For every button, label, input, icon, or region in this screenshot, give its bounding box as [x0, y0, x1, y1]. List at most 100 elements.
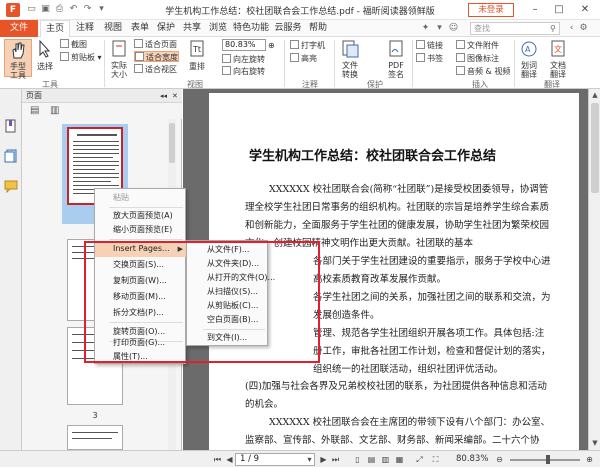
zoom-input[interactable]: 80.83% — [222, 39, 266, 51]
submenu-item-blank-page[interactable]: 空白页面(B)... — [187, 312, 269, 328]
continuous-facing-view-icon[interactable]: ▦ — [394, 454, 405, 465]
undo-icon[interactable]: ↶ — [68, 4, 79, 15]
bookmark-panel-icon[interactable] — [4, 119, 18, 133]
audio-video-button[interactable]: 音频 & 视频 — [456, 66, 510, 77]
redo-icon[interactable]: ↷ — [82, 4, 93, 15]
scroll-down-icon[interactable]: ▼ — [591, 439, 599, 447]
app-logo-icon[interactable]: F — [6, 3, 20, 17]
bulb-icon[interactable]: ✦ — [420, 23, 431, 34]
file-convert-icon — [342, 40, 359, 58]
print-icon[interactable]: ⎙ — [54, 4, 65, 15]
tab-help[interactable]: 帮助 — [305, 20, 331, 37]
single-page-view-icon[interactable]: ▯ — [352, 454, 363, 465]
menu-item-zoom-out-preview[interactable]: 缩小页面预览(E) — [95, 222, 187, 238]
doc-paragraph-1: XXXXXX 校社团联合会(简称“社团联”)是接受校团委领导，协调管理全校学生社… — [245, 184, 550, 249]
page-number-input[interactable]: 1 / 9 — [235, 453, 315, 466]
prev-page-icon[interactable]: ◀ — [224, 454, 235, 465]
select-button[interactable]: 选择 — [34, 39, 56, 77]
page-thumbnail-4[interactable] — [67, 425, 123, 450]
rotate-left-button[interactable]: 向左旋转 — [222, 54, 265, 65]
tab-view[interactable]: 视图 — [100, 20, 126, 37]
scroll-up-icon[interactable]: ▲ — [591, 91, 599, 99]
fit-width-button[interactable]: 适合宽度 — [134, 51, 179, 62]
document-scrollbar[interactable]: ▲ ▼ — [588, 89, 600, 450]
doc-translate-button[interactable]: 文 文档 翻译 — [546, 39, 570, 79]
panel-close-icon[interactable]: ✕ — [172, 89, 178, 103]
tab-file[interactable]: 文件 — [0, 20, 38, 37]
comments-panel-icon[interactable] — [4, 179, 18, 193]
page-number-3: 3 — [92, 411, 98, 420]
file-attach-button[interactable]: 文件附件 — [456, 40, 499, 51]
thumb-line — [73, 177, 119, 178]
screenshot-label: 截图 — [71, 40, 87, 49]
tab-features[interactable]: 特色功能 — [231, 20, 271, 37]
customize-icon[interactable]: ▾ — [96, 4, 107, 15]
zoom-slider-knob[interactable] — [546, 455, 550, 464]
menu-item-paste[interactable]: 粘贴 — [95, 190, 187, 206]
typewriter-button[interactable]: 打字机 — [290, 40, 325, 51]
panel-collapse-icon[interactable]: ◂◂ — [160, 89, 167, 103]
reflow-button[interactable]: Tt 重排 — [186, 39, 208, 77]
next-page-icon[interactable]: ▶ — [318, 454, 329, 465]
file-convert-button[interactable]: 文件 转换 — [338, 39, 362, 79]
zoom-in-icon[interactable]: ⊕ — [268, 40, 275, 51]
highlight-button[interactable]: 高亮 — [290, 53, 317, 64]
document-scroll-thumb[interactable] — [591, 103, 599, 193]
thumb-delete-icon[interactable]: ▥ — [50, 105, 59, 116]
zoom-in-status-icon[interactable]: ⊕ — [584, 454, 595, 465]
facing-view-icon[interactable]: ▥ — [380, 454, 391, 465]
zoom-slider[interactable] — [510, 459, 580, 461]
fit-area-icon — [134, 64, 143, 73]
dropdown-icon[interactable]: ▾ — [434, 23, 445, 34]
tab-cloud[interactable]: 云服务 — [271, 20, 305, 37]
menu-item-insert-pages[interactable]: Insert Pages... ▶ — [95, 241, 187, 257]
save-icon[interactable]: ▣ — [40, 4, 51, 15]
last-page-icon[interactable]: ⏭ — [330, 454, 341, 465]
tab-browse[interactable]: 浏览 — [205, 20, 231, 37]
submenu-item-to-file[interactable]: 到文件(I)... — [187, 330, 269, 346]
first-page-icon[interactable]: ⏮ — [212, 454, 223, 465]
minimize-icon[interactable]: – — [528, 3, 542, 17]
rotate-right-button[interactable]: 向右旋转 — [222, 66, 265, 77]
menu-item-copy-pages[interactable]: 复制页面(W)... — [95, 273, 187, 289]
search-icon[interactable]: ⚲ — [550, 24, 559, 33]
bookmark-button[interactable]: 书签 — [416, 53, 443, 64]
link-label: 链接 — [427, 41, 443, 50]
menu-item-move-pages[interactable]: 移动页面(M)... — [95, 289, 187, 305]
tab-form[interactable]: 表单 — [127, 20, 153, 37]
close-icon[interactable]: ✕ — [578, 3, 592, 17]
image-note-button[interactable]: 图像标注 — [456, 53, 499, 64]
open-icon[interactable]: ▭ — [26, 4, 37, 15]
login-button[interactable]: 未登录 — [468, 3, 514, 17]
menu-item-split-document[interactable]: 拆分文档(P)... — [95, 305, 187, 321]
pages-panel-icon[interactable] — [4, 149, 18, 163]
maximize-icon[interactable]: □ — [552, 3, 566, 17]
word-translate-button[interactable]: A 划词 翻译 — [518, 39, 540, 79]
tab-protect[interactable]: 保护 — [153, 20, 179, 37]
document-title: 学生机构工作总结：校社团联合会工作总结 — [249, 149, 497, 164]
fullscreen-icon[interactable]: ⛶ — [430, 454, 441, 465]
link-button[interactable]: 链接 — [416, 40, 443, 51]
hand-tool-button[interactable]: 手型 工具 — [4, 39, 32, 80]
fit-page-button[interactable]: 适合页面 — [134, 39, 177, 50]
user-icon[interactable]: ☺ — [448, 23, 459, 34]
continuous-view-icon[interactable]: ▤ — [366, 454, 377, 465]
tab-share[interactable]: 共享 — [179, 20, 205, 37]
actual-size-button[interactable]: 实际 大小 — [108, 39, 130, 79]
page-dropdown-icon[interactable]: ▾ — [304, 454, 315, 465]
tab-home[interactable]: 主页 — [40, 20, 70, 38]
screenshot-button[interactable]: 截图 — [60, 39, 87, 50]
tab-comment[interactable]: 注释 — [72, 20, 98, 37]
fit-area-button[interactable]: 适合视区 — [134, 64, 177, 75]
menu-item-swap-pages[interactable]: 交换页面(S)... — [95, 257, 187, 273]
zoom-out-icon[interactable]: ⊖ — [494, 454, 505, 465]
fit-icon[interactable]: ⤢ — [414, 454, 425, 465]
search-prev-icon[interactable]: ‹ — [566, 23, 577, 34]
settings-icon[interactable]: ⚙ — [578, 23, 589, 34]
thumb-options-icon[interactable]: ▤ — [30, 105, 39, 116]
menu-item-properties[interactable]: 属性(T)... — [95, 349, 187, 365]
pdf-sign-button[interactable]: PDF 签名 — [384, 39, 408, 79]
clipboard-button[interactable]: 剪贴板 ▾ — [60, 52, 102, 63]
search-input[interactable]: 查找 — [470, 22, 560, 35]
panel-scroll-thumb[interactable] — [169, 123, 175, 163]
